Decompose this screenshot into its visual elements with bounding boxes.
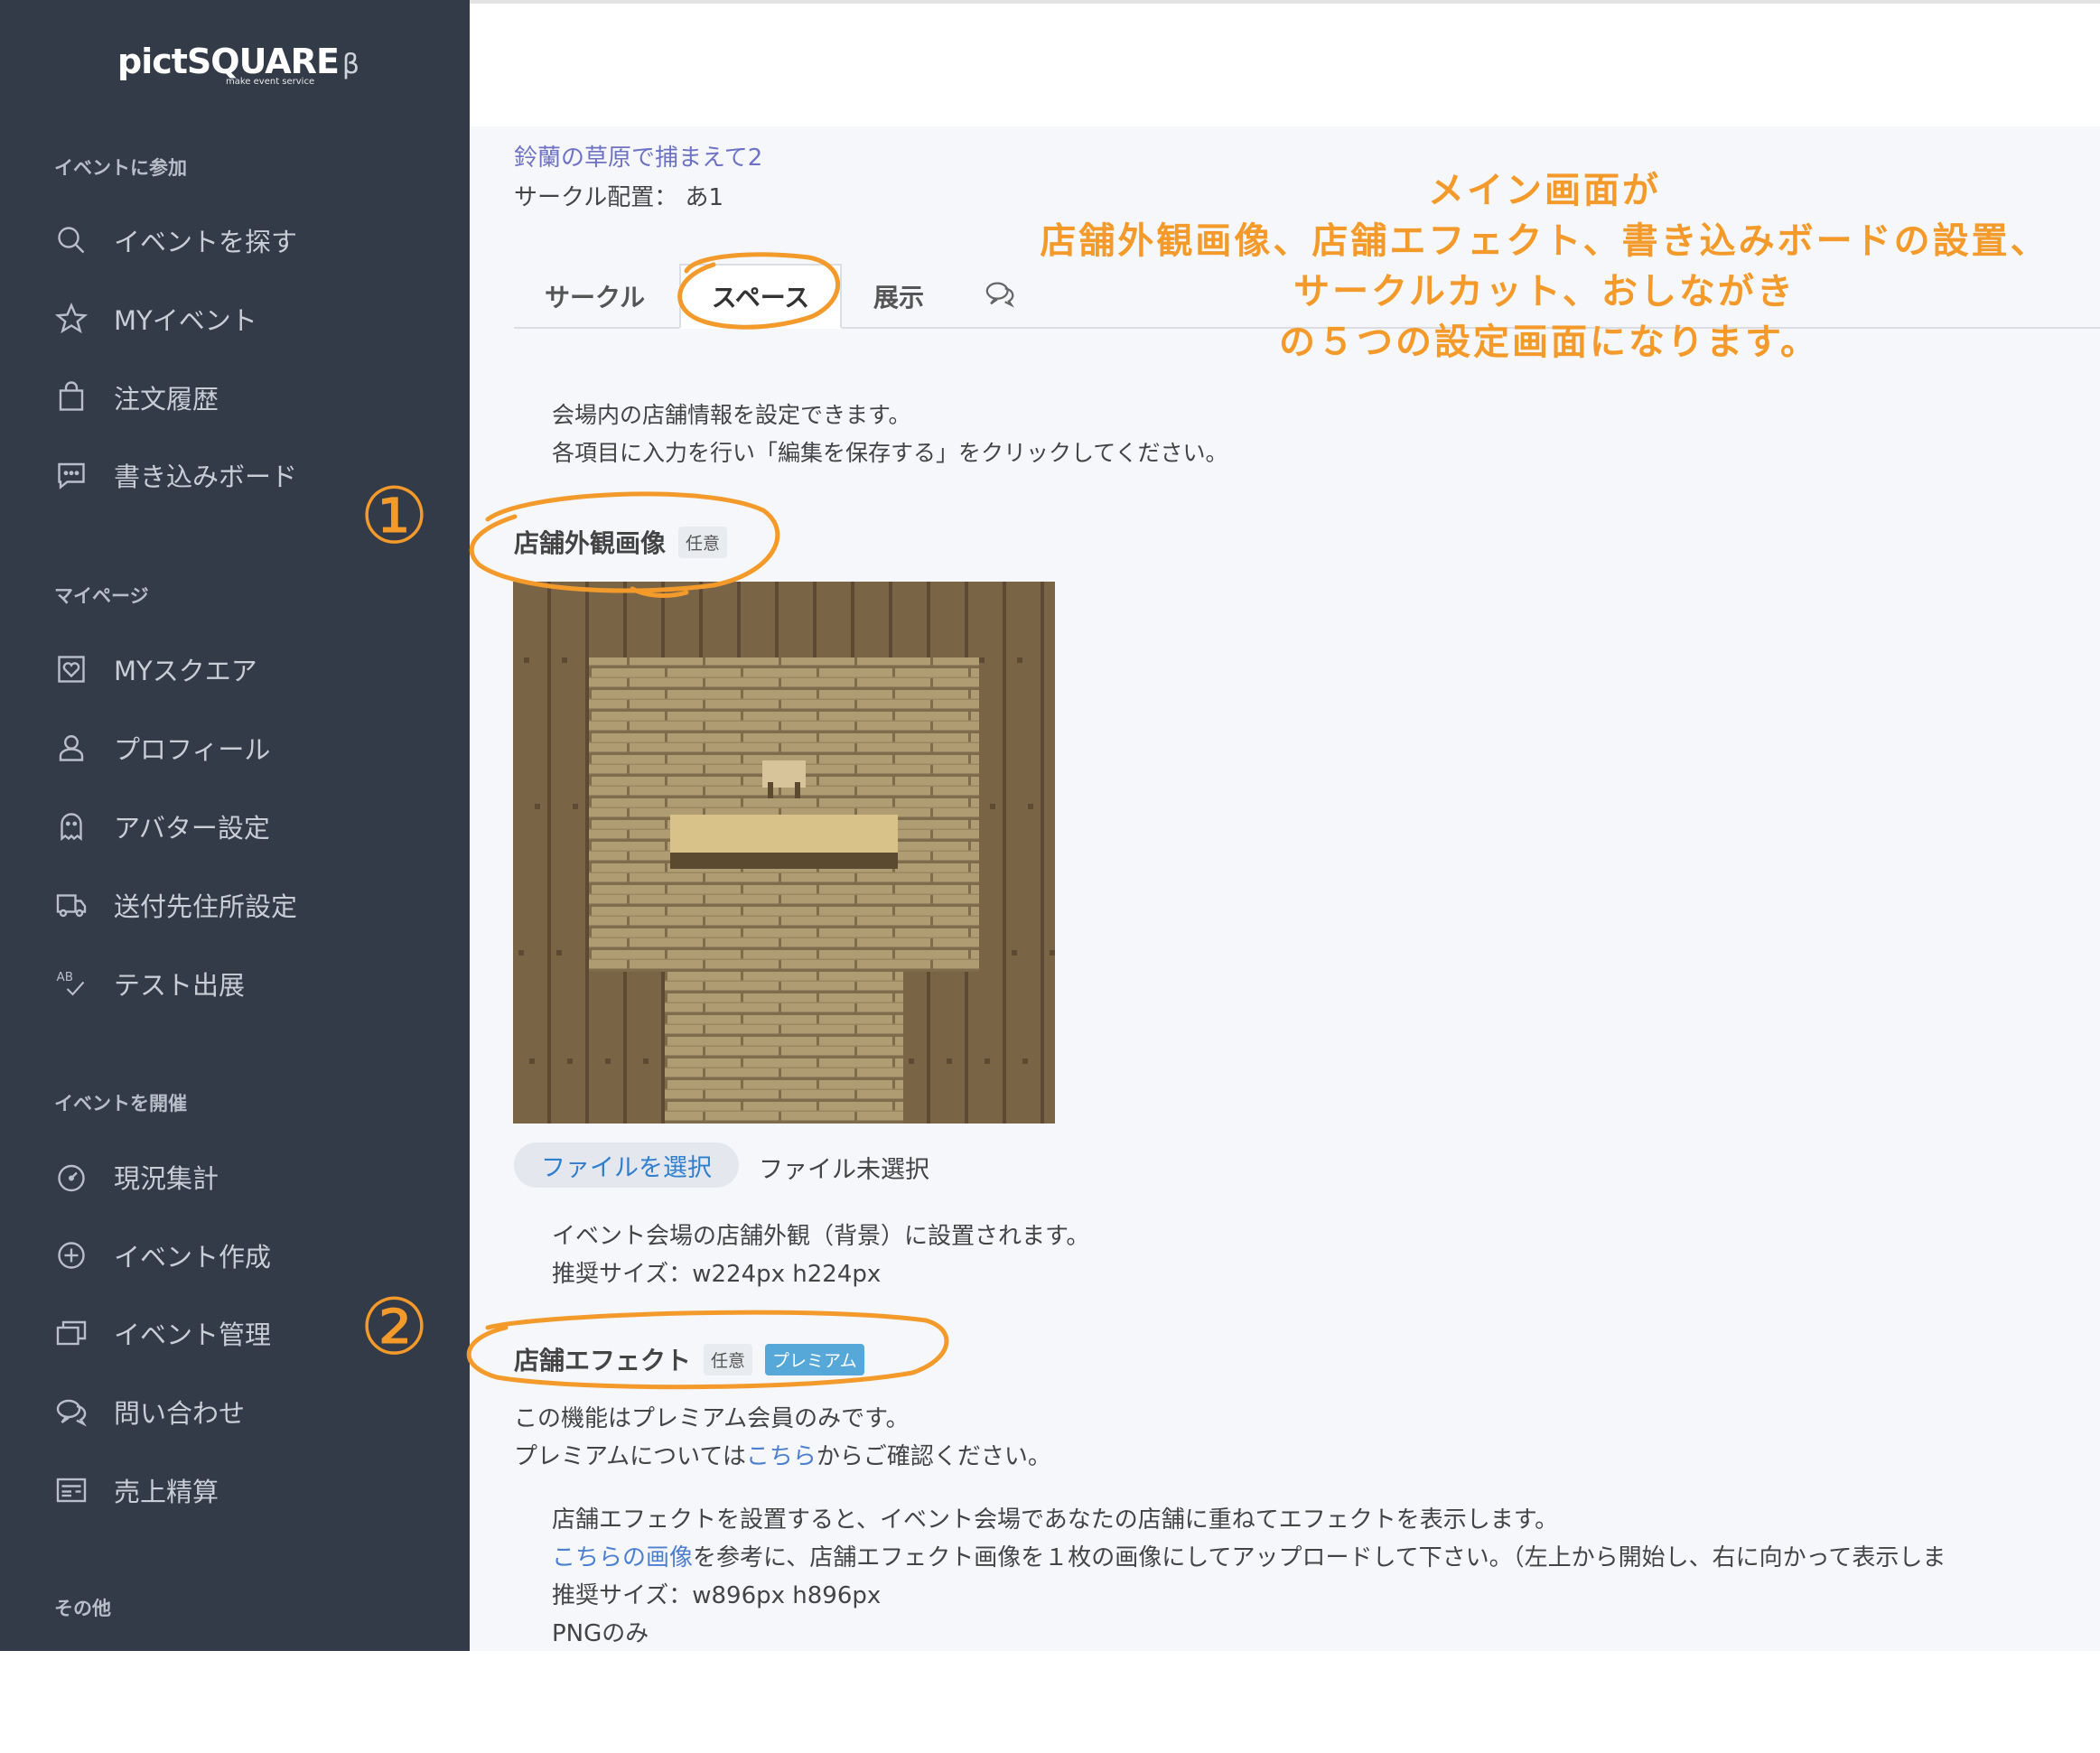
logo-text: pictSQUARE [117, 42, 340, 81]
section-join-event: イベントに参加 [54, 157, 187, 179]
effect-title: 店舗エフェクト [514, 1346, 692, 1375]
sidebar-item-sales[interactable]: 売上精算 [52, 1467, 450, 1514]
logo-subtitle: make event service [226, 77, 315, 87]
sidebar-item-my-square[interactable]: MYスクエア [52, 646, 450, 693]
top-border [470, 0, 2100, 4]
sidebar-item-my-event[interactable]: MYイベント [52, 295, 450, 342]
exterior-section-title: 店舗外観画像 任意 [514, 524, 728, 560]
section-host-event: イベントを開催 [54, 1093, 187, 1114]
svg-text:AB: AB [57, 970, 74, 984]
ab-check-icon: AB [52, 965, 90, 1002]
sidebar-item-profile[interactable]: プロフィール [52, 724, 450, 771]
premium-info-link[interactable]: こちら [746, 1443, 817, 1470]
sidebar-item-order-history[interactable]: 注文履歴 [52, 374, 450, 421]
sidebar-item-manage-event[interactable]: イベント管理 [52, 1310, 450, 1357]
sidebar-item-label: 注文履歴 [114, 384, 219, 415]
sidebar-item-label: プロフィール [114, 734, 271, 765]
sidebar: pictSQUARE β make event service イベントに参加 イ… [0, 0, 470, 1651]
chat-bubble-icon [52, 456, 90, 494]
premium-note-text: からご確認ください。 [816, 1443, 1051, 1470]
chat-bubbles-icon [985, 278, 1015, 315]
file-select-button[interactable]: ファイルを選択 [514, 1142, 739, 1188]
ghost-icon [52, 807, 90, 845]
tab-label: サークル [545, 283, 646, 312]
app-logo[interactable]: pictSQUARE β [117, 42, 359, 81]
exterior-note-1: イベント会場の店舗外観（背景）に設置されます。 [552, 1223, 1090, 1250]
reference-image-link[interactable]: こちらの画像 [552, 1544, 693, 1571]
tab-label: 展示 [873, 283, 925, 312]
truck-icon [52, 886, 90, 924]
sidebar-item-label: テスト出展 [114, 970, 246, 1001]
sidebar-item-label: イベント作成 [114, 1242, 272, 1273]
user-icon [52, 729, 90, 767]
sidebar-item-create-event[interactable]: イベント作成 [52, 1232, 450, 1279]
heart-frame-icon [52, 650, 90, 688]
tab-circle[interactable]: サークル [545, 264, 671, 329]
plus-circle-icon [52, 1236, 90, 1274]
sidebar-item-test-exhibit[interactable]: AB テスト出展 [52, 960, 450, 1007]
sidebar-item-label: MYイベント [114, 305, 257, 336]
folders-icon [52, 1314, 90, 1352]
event-name-link[interactable]: 鈴蘭の草原で捕まえて2 [514, 139, 762, 173]
sidebar-item-label: 書き込みボード [114, 462, 298, 492]
sidebar-item-label: アバター設定 [114, 813, 270, 844]
tab-label: スペース [711, 283, 810, 312]
exterior-note-2: 推奨サイズ：w224px h224px [552, 1261, 882, 1288]
sidebar-item-contact[interactable]: 問い合わせ [52, 1388, 450, 1435]
intro-line-1: 会場内の店舗情報を設定できます。 [552, 402, 911, 428]
search-icon [52, 221, 90, 259]
sidebar-item-board[interactable]: 書き込みボード [52, 452, 450, 499]
effect-desc-text: を参考に、店舗エフェクト画像を１枚の画像にしてアップロードして下さい。（左上から… [693, 1544, 1946, 1571]
logo-beta: β [341, 49, 359, 80]
file-status: ファイル未選択 [759, 1156, 929, 1184]
section-mypage: マイページ [54, 585, 149, 607]
sidebar-item-avatar[interactable]: アバター設定 [52, 803, 450, 850]
tab-space[interactable]: スペース [679, 264, 842, 329]
optional-badge: 任意 [704, 1343, 753, 1375]
star-icon [52, 300, 90, 338]
premium-note-2: プレミアムについてはこちらからご確認ください。 [514, 1438, 1051, 1471]
premium-badge: プレミアム [765, 1343, 864, 1375]
tab-exhibit[interactable]: 展示 [873, 264, 955, 329]
sidebar-item-label: 送付先住所設定 [114, 891, 298, 922]
sidebar-item-label: MYスクエア [114, 656, 257, 686]
effect-desc-3: 推奨サイズ：w896px h896px [552, 1582, 882, 1609]
receipt-icon [52, 1471, 90, 1509]
file-select-label: ファイルを選択 [541, 1153, 712, 1182]
effect-section-title: 店舗エフェクト 任意 プレミアム [514, 1341, 864, 1377]
chat-bubbles-icon [52, 1393, 90, 1431]
intro-line-2: 各項目に入力を行い「編集を保存する」をクリックしてください。 [552, 440, 1228, 466]
sidebar-item-address[interactable]: 送付先住所設定 [52, 881, 450, 928]
sidebar-item-find-event[interactable]: イベントを探す [52, 217, 450, 264]
sidebar-item-label: 現況集計 [114, 1163, 219, 1194]
exterior-image-preview [513, 582, 1055, 1124]
effect-desc-1: 店舗エフェクトを設置すると、イベント会場であなたの店舗に重ねてエフェクトを表示し… [552, 1506, 1559, 1534]
effect-desc-2: こちらの画像を参考に、店舗エフェクト画像を１枚の画像にしてアップロードして下さい… [552, 1539, 1946, 1572]
tab-comments[interactable] [985, 264, 1039, 329]
sidebar-item-label: イベント管理 [114, 1319, 272, 1350]
section-other: その他 [54, 1598, 111, 1619]
sidebar-item-label: イベントを探す [114, 227, 298, 257]
shopping-bag-icon [52, 378, 90, 416]
circle-placement: サークル配置： あ1 [514, 184, 724, 211]
main-content: 鈴蘭の草原で捕まえて2 サークル配置： あ1 サークル スペース 展示 会場内の… [470, 126, 2100, 1651]
exterior-title: 店舗外観画像 [514, 528, 667, 558]
gauge-icon [52, 1158, 90, 1196]
sidebar-item-status[interactable]: 現況集計 [52, 1153, 450, 1200]
optional-badge: 任意 [678, 526, 728, 558]
effect-desc-4: PNGのみ [552, 1620, 649, 1647]
sidebar-item-label: 問い合わせ [114, 1398, 246, 1429]
premium-note-1: この機能はプレミアム会員のみです。 [514, 1405, 910, 1432]
sidebar-item-label: 売上精算 [114, 1477, 219, 1507]
premium-note-text: プレミアムについては [514, 1443, 746, 1470]
